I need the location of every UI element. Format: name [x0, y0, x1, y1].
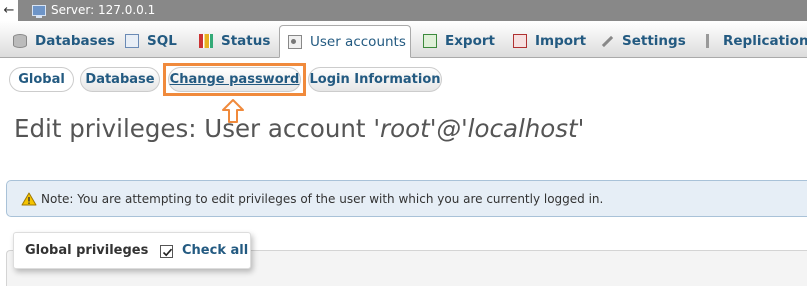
tab-status[interactable]: Status: [199, 25, 270, 57]
server-breadcrumb-bar: ← Server: 127.0.0.1: [0, 0, 807, 21]
tab-label: Replication: [723, 33, 807, 49]
tab-label: Status: [221, 33, 271, 49]
tab-export[interactable]: Export: [423, 25, 495, 57]
check-all-label[interactable]: Check all: [182, 233, 248, 269]
global-privileges-title: Global privileges: [25, 243, 149, 258]
tab-label: Settings: [622, 33, 686, 49]
status-icon: [199, 34, 213, 48]
global-privileges-legend: Global privileges Check all: [13, 232, 251, 269]
user-accounts-icon: [288, 34, 302, 49]
tab-label: Export: [445, 33, 495, 49]
server-label[interactable]: Server: 127.0.0.1: [51, 0, 155, 21]
main-tab-bar: Databases SQL Status User accounts Expor…: [0, 21, 807, 58]
tab-settings[interactable]: Settings: [600, 25, 686, 57]
subtab-database[interactable]: Database: [80, 67, 160, 92]
tab-import[interactable]: Import: [513, 25, 586, 57]
subtab-global[interactable]: Global: [9, 67, 74, 92]
tab-label: User accounts: [310, 33, 406, 50]
database-icon: [13, 34, 27, 48]
back-arrow-icon[interactable]: ←: [0, 0, 18, 21]
tab-label: Databases: [35, 33, 115, 49]
phpmyadmin-page: ← Server: 127.0.0.1 Databases SQL Status…: [0, 0, 807, 286]
check-all-checkbox[interactable]: [160, 245, 173, 258]
page-title-prefix: Edit privileges: User account: [14, 114, 374, 143]
tab-sql[interactable]: SQL: [125, 25, 177, 57]
subtab-login-information[interactable]: Login Information: [308, 67, 442, 92]
warning-icon: [21, 192, 37, 205]
settings-icon: [600, 34, 614, 48]
export-icon: [423, 34, 437, 48]
replication-icon: [701, 34, 715, 48]
tab-user-accounts[interactable]: User accounts: [279, 25, 411, 58]
tab-databases[interactable]: Databases: [13, 25, 115, 57]
import-icon: [513, 34, 527, 48]
note-text: Note: You are attempting to edit privile…: [41, 191, 604, 206]
note-message: Note: You are attempting to edit privile…: [6, 180, 807, 217]
tab-label: Import: [535, 33, 587, 49]
server-icon: [32, 5, 46, 18]
page-title-account: 'root'@'localhost': [373, 114, 585, 143]
sql-icon: [125, 34, 139, 48]
checkmark-icon: [162, 248, 173, 257]
page-title: Edit privileges: User account 'root'@'lo…: [14, 114, 584, 143]
tab-replication[interactable]: Replication: [701, 25, 807, 57]
tab-label: SQL: [147, 33, 177, 49]
highlight-box: [163, 63, 306, 96]
